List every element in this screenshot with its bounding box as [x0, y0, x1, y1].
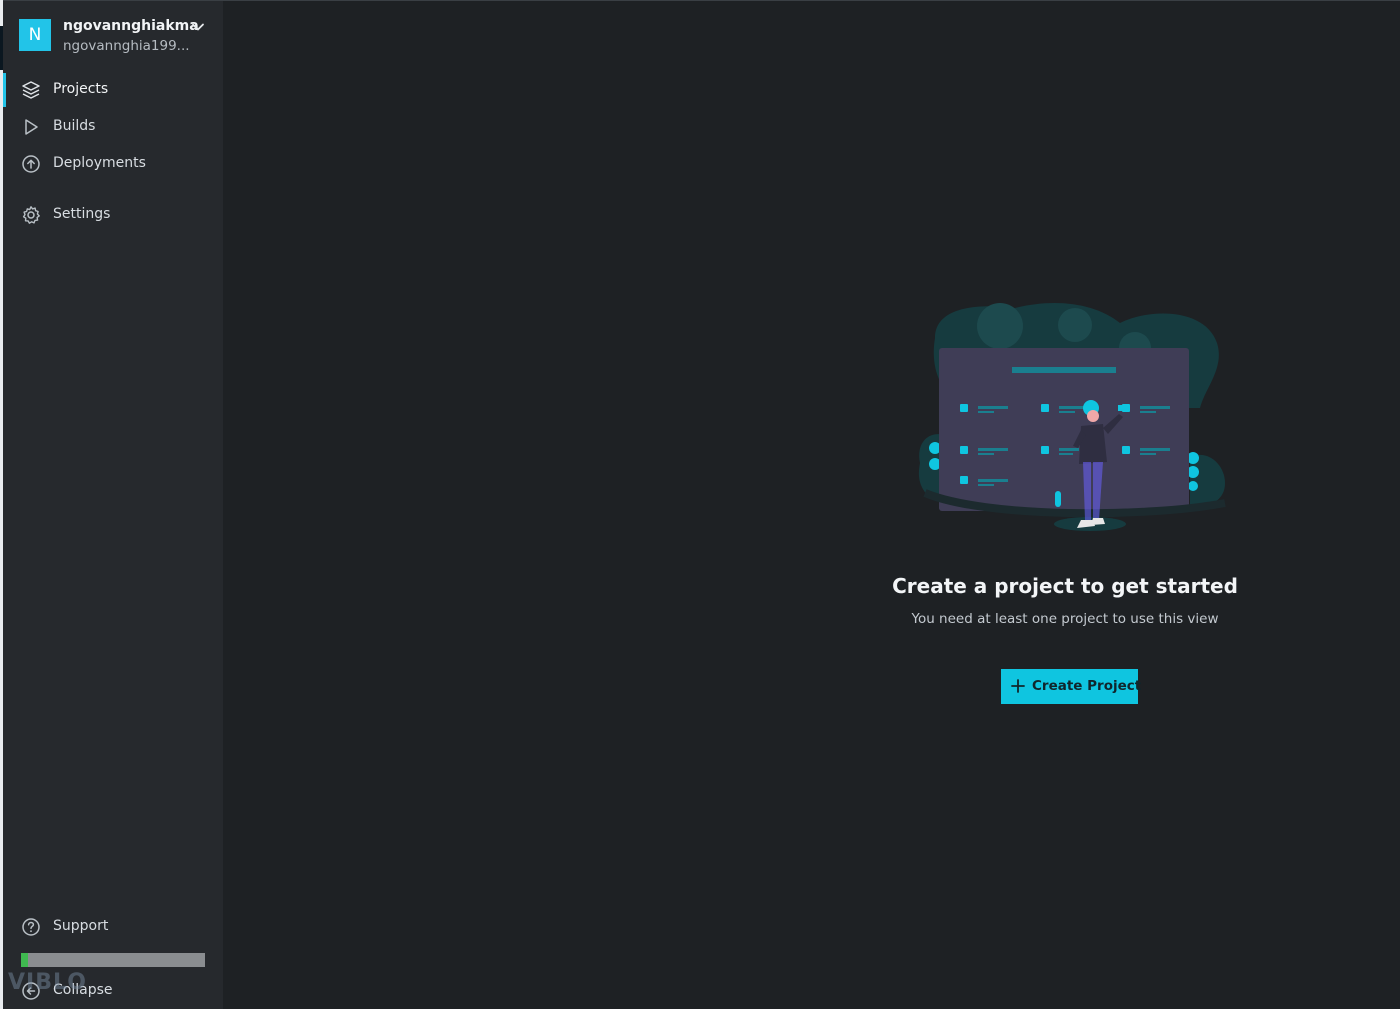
- empty-state-subtitle: You need at least one project to use thi…: [911, 611, 1219, 627]
- empty-state-title: Create a project to get started: [892, 574, 1238, 598]
- plus-icon: [1011, 679, 1025, 693]
- nav-item-support[interactable]: Support: [3, 910, 223, 944]
- nav-item-builds[interactable]: Builds: [3, 110, 223, 144]
- create-project-button[interactable]: Create Project: [1001, 669, 1142, 704]
- nav-label-support: Support: [53, 918, 109, 934]
- nav-label-settings: Settings: [53, 206, 111, 222]
- empty-state-illustration: [918, 303, 1226, 531]
- sidebar: N ngovannghiakma ngovannghia199... Proje…: [3, 1, 223, 1009]
- create-project-label: Create Project: [1032, 678, 1142, 694]
- nav-label-builds: Builds: [53, 118, 96, 134]
- account-switcher[interactable]: N ngovannghiakma ngovannghia199...: [19, 18, 219, 58]
- account-email: ngovannghia199...: [63, 38, 190, 54]
- nav-item-deployments[interactable]: Deployments: [3, 147, 223, 181]
- nav-label-deployments: Deployments: [53, 155, 146, 171]
- play-icon: [25, 119, 38, 135]
- usage-bar: [21, 953, 205, 967]
- layers-icon: [22, 81, 40, 99]
- nav-item-settings[interactable]: Settings: [3, 198, 223, 232]
- nav-item-projects[interactable]: Projects: [3, 73, 223, 107]
- nav-label-projects: Projects: [53, 81, 109, 97]
- gear-icon: [22, 206, 40, 224]
- usage-bar-fill: [21, 953, 29, 967]
- help-circle-icon: [22, 918, 40, 936]
- avatar: N: [19, 19, 51, 51]
- upload-circle-icon: [22, 155, 40, 173]
- chevron-down-icon: [192, 23, 204, 31]
- account-name: ngovannghiakma: [63, 18, 199, 34]
- watermark-logo: VIBLO: [8, 970, 87, 995]
